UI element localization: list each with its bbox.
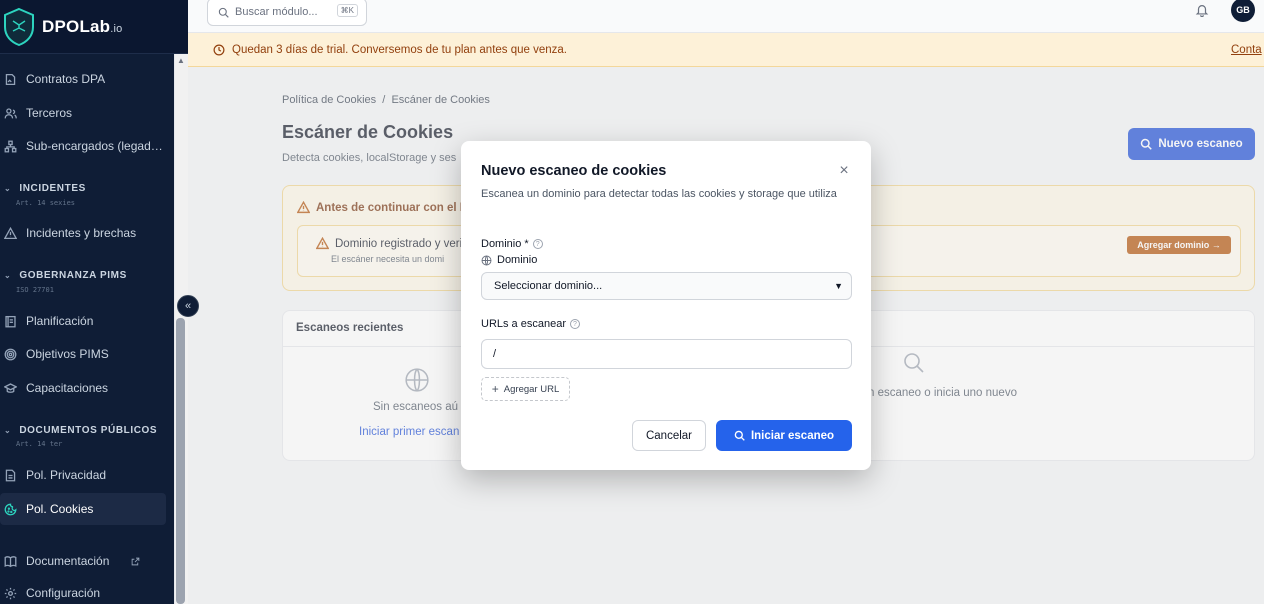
sidebar-item-label: Documentación bbox=[26, 554, 110, 568]
brand-name: DPOLab.io bbox=[42, 16, 123, 36]
document-icon bbox=[5, 469, 16, 481]
chevron-down-icon: ⌄ bbox=[4, 271, 12, 280]
urls-label: URLs a escanear ? bbox=[481, 318, 580, 330]
sidebar-item-documentacion[interactable]: Documentación bbox=[0, 545, 166, 577]
sidebar-item-objetivos-pims[interactable]: Objetivos PIMS bbox=[0, 338, 166, 370]
section-gobernanza[interactable]: ⌄ GOBERNANZA PIMS bbox=[4, 270, 127, 281]
chevron-down-icon: ⌄ bbox=[4, 184, 12, 193]
sidebar-item-label: Terceros bbox=[26, 106, 73, 120]
users-icon bbox=[4, 107, 17, 118]
modal-description: Escanea un dominio para detectar todas l… bbox=[481, 188, 837, 200]
chevron-down-icon: ⌄ bbox=[4, 426, 12, 435]
new-scan-modal: Nuevo escaneo de cookies × Escanea un do… bbox=[461, 141, 871, 470]
sidebar-item-sub-encargados[interactable]: Sub-encargados (legad… bbox=[0, 130, 166, 162]
sidebar-item-label: Pol. Privacidad bbox=[26, 468, 107, 482]
search-input[interactable]: Buscar módulo... ⌘K bbox=[207, 0, 367, 26]
close-icon[interactable]: × bbox=[837, 163, 851, 179]
brand[interactable]: DPOLab.io bbox=[0, 0, 188, 54]
section-documentos-publicos[interactable]: ⌄ DOCUMENTOS PÚBLICOS bbox=[4, 425, 157, 436]
trial-message: Quedan 3 días de trial. Conversemos de t… bbox=[232, 43, 567, 56]
shield-logo-icon bbox=[4, 7, 34, 46]
sidebar-item-terceros[interactable]: Terceros bbox=[0, 97, 166, 129]
sidebar-item-capacitaciones[interactable]: Capacitaciones bbox=[0, 372, 166, 404]
globe-icon bbox=[481, 255, 492, 265]
trial-banner: Quedan 3 días de trial. Conversemos de t… bbox=[188, 33, 1264, 67]
plus-icon: + bbox=[491, 382, 499, 396]
sidebar-item-label: Pol. Cookies bbox=[26, 502, 94, 516]
sidebar-item-label: Objetivos PIMS bbox=[26, 347, 109, 361]
modal-title: Nuevo escaneo de cookies bbox=[481, 163, 667, 179]
section-subtitle: Art. 14 ter bbox=[16, 440, 63, 448]
external-link-icon bbox=[132, 557, 140, 565]
section-subtitle: Art. 14 sexies bbox=[16, 199, 76, 207]
search-placeholder: Buscar módulo... bbox=[235, 6, 318, 18]
url-input[interactable]: / bbox=[481, 339, 852, 369]
book-icon bbox=[4, 555, 17, 567]
cookie-icon bbox=[4, 503, 17, 515]
domain-label: Dominio * ? bbox=[481, 238, 543, 250]
target-icon bbox=[4, 348, 17, 360]
sidebar-item-label: Incidentes y brechas bbox=[26, 226, 137, 240]
avatar[interactable]: GB bbox=[1231, 0, 1255, 22]
chevron-down-icon: ▼ bbox=[834, 281, 843, 291]
graduation-cap-icon bbox=[4, 382, 17, 393]
sidebar-item-incidentes[interactable]: Incidentes y brechas bbox=[0, 217, 166, 249]
sidebar-item-pol-cookies[interactable]: Pol. Cookies bbox=[0, 493, 166, 525]
shortcut-badge: ⌘K bbox=[336, 4, 358, 17]
collapse-sidebar-button[interactable]: « bbox=[177, 295, 199, 317]
help-icon[interactable]: ? bbox=[570, 319, 580, 329]
domain-select[interactable]: Seleccionar dominio... ▼ bbox=[481, 272, 852, 300]
sidebar-item-contratos-dpa[interactable]: Contratos DPA bbox=[0, 63, 166, 95]
double-chevron-left-icon: « bbox=[184, 300, 192, 312]
sidebar: Contratos DPA Terceros Sub-encargados (l… bbox=[0, 0, 174, 604]
sidebar-item-label: Capacitaciones bbox=[26, 381, 109, 395]
help-icon[interactable]: ? bbox=[532, 239, 543, 249]
bell-icon[interactable] bbox=[1195, 3, 1209, 17]
trial-contact-link[interactable]: Conta bbox=[1231, 44, 1262, 56]
add-url-button[interactable]: + Agregar URL bbox=[481, 377, 570, 401]
sidebar-item-label: Configuración bbox=[26, 586, 101, 600]
start-scan-button[interactable]: Iniciar escaneo bbox=[716, 420, 852, 451]
warning-icon bbox=[4, 226, 17, 239]
section-subtitle: ISO 27701 bbox=[16, 286, 54, 294]
cancel-button[interactable]: Cancelar bbox=[632, 420, 706, 451]
topbar: Buscar módulo... ⌘K GB bbox=[188, 0, 1264, 33]
scrollbar-thumb[interactable] bbox=[176, 318, 185, 604]
sidebar-item-configuracion[interactable]: Configuración bbox=[0, 577, 166, 604]
network-icon bbox=[4, 140, 17, 152]
file-signature-icon bbox=[5, 73, 16, 85]
sidebar-item-label: Contratos DPA bbox=[26, 72, 106, 86]
search-icon bbox=[734, 430, 745, 441]
gear-icon bbox=[4, 587, 17, 599]
section-incidentes[interactable]: ⌄ INCIDENTES bbox=[4, 183, 86, 194]
clipboard-icon bbox=[5, 315, 16, 327]
search-icon bbox=[218, 7, 229, 18]
domain-sublabel: Dominio bbox=[481, 254, 537, 266]
clock-icon bbox=[213, 44, 225, 55]
scroll-up-arrow-icon[interactable]: ▲ bbox=[177, 57, 185, 65]
sidebar-item-label: Planificación bbox=[26, 314, 94, 328]
sidebar-item-planificacion[interactable]: Planificación bbox=[0, 305, 166, 337]
sidebar-item-label: Sub-encargados (legad… bbox=[26, 139, 163, 153]
sidebar-item-pol-privacidad[interactable]: Pol. Privacidad bbox=[0, 459, 166, 491]
